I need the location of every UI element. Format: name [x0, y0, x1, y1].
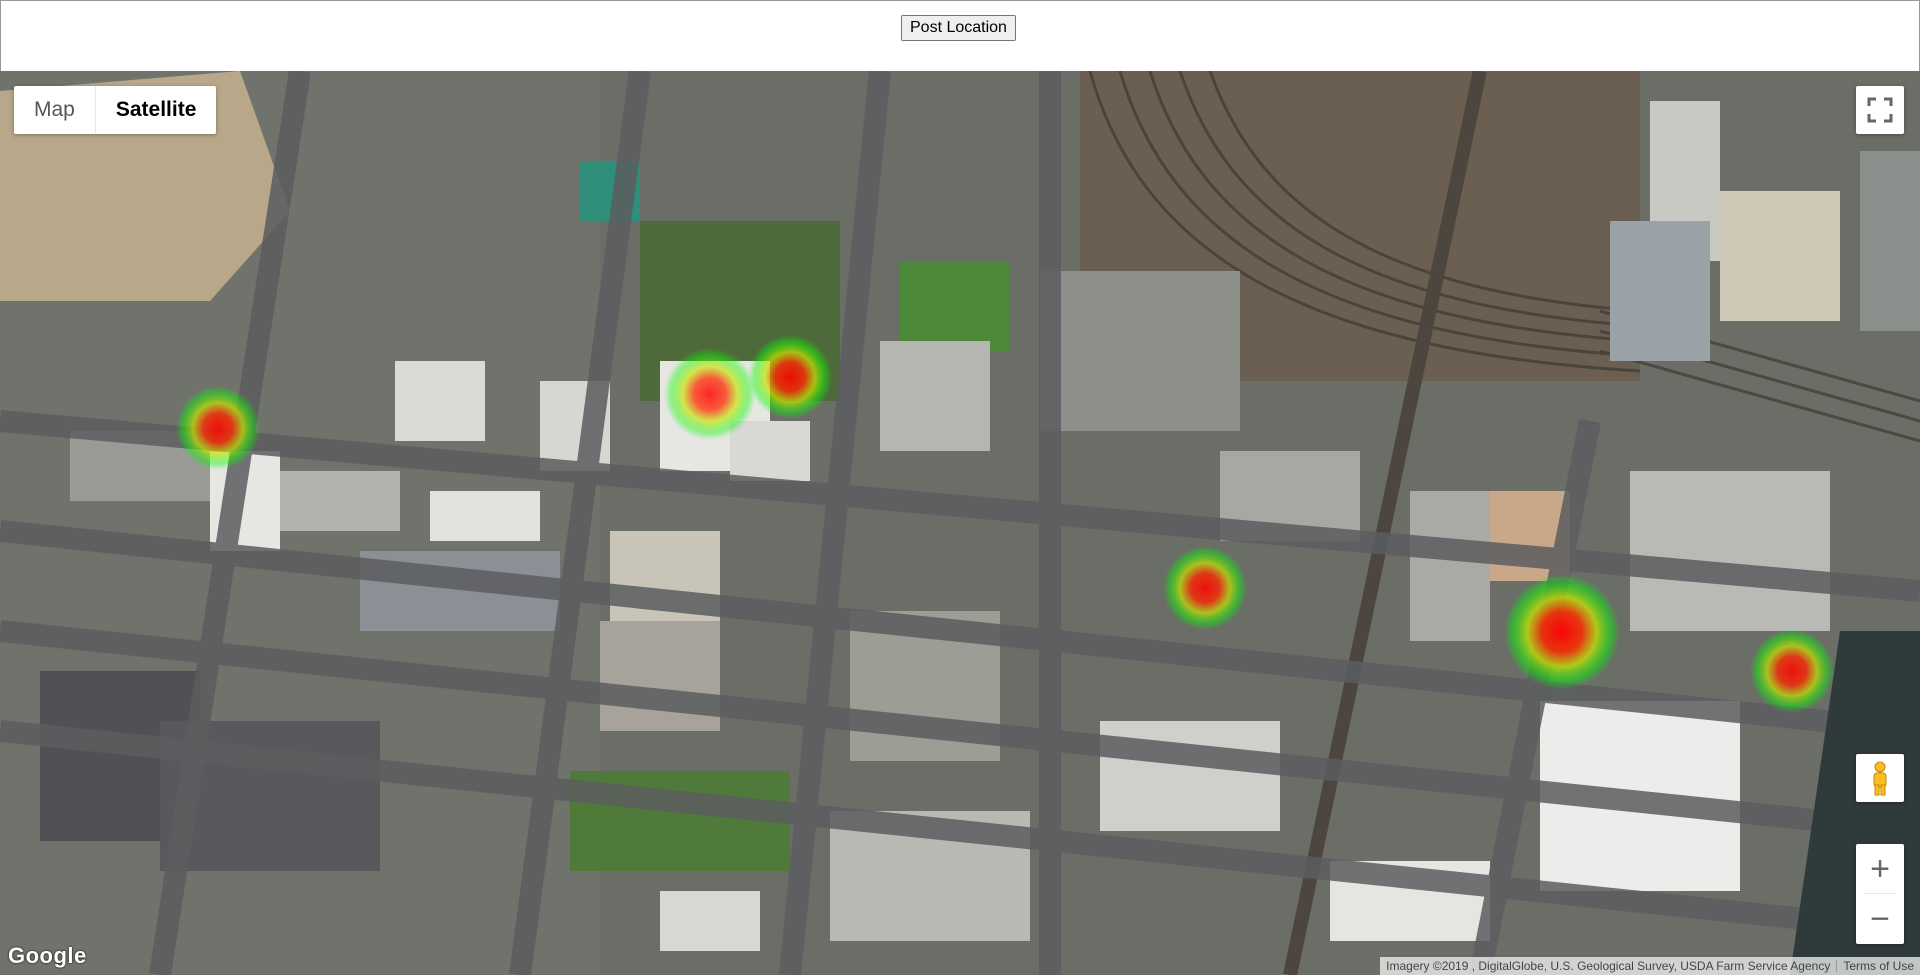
map-canvas[interactable]	[0, 71, 1920, 975]
map-attribution: Imagery ©2019 , DigitalGlobe, U.S. Geolo…	[1380, 957, 1920, 975]
pegman-icon	[1873, 761, 1887, 796]
fullscreen-icon	[1867, 97, 1893, 123]
map-type-map-button[interactable]: Map	[14, 86, 96, 134]
heat-spot-park-2	[748, 335, 832, 419]
map-type-satellite-button[interactable]: Satellite	[96, 86, 217, 134]
map-type-control: Map Satellite	[14, 86, 217, 134]
satellite-imagery	[0, 71, 1920, 975]
imagery-credit: Imagery ©2019 , DigitalGlobe, U.S. Geolo…	[1386, 959, 1831, 973]
fullscreen-button[interactable]	[1856, 86, 1904, 134]
terms-of-use-link[interactable]: Terms of Use	[1837, 959, 1920, 973]
zoom-in-button[interactable]: +	[1856, 844, 1904, 893]
street-view-button[interactable]	[1856, 754, 1904, 802]
heat-spot-park-1	[664, 348, 756, 440]
heat-spot-west	[176, 386, 260, 470]
post-location-button[interactable]: Post Location	[901, 15, 1016, 41]
heat-spot-far-east	[1750, 629, 1834, 713]
top-toolbar: Post Location	[0, 0, 1920, 71]
google-logo: Google	[8, 943, 87, 968]
heat-spot-east	[1504, 574, 1620, 690]
zoom-control: + −	[1856, 844, 1904, 944]
heat-spot-center	[1163, 546, 1247, 630]
zoom-out-button[interactable]: −	[1856, 894, 1904, 943]
